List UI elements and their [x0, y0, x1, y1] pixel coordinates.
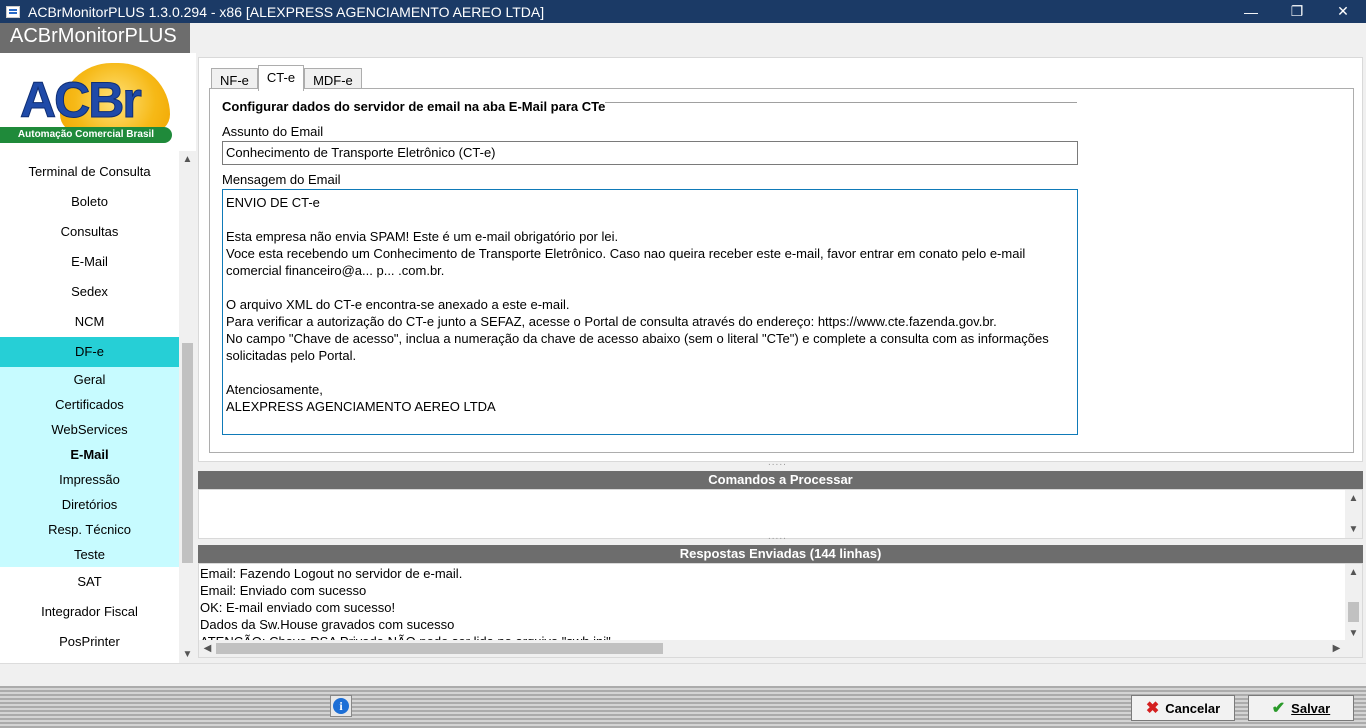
logo-tagline: Automação Comercial Brasil: [0, 127, 172, 143]
header-strip: ACBrMonitorPLUS: [0, 23, 1366, 53]
sidebar: ACBr Automação Comercial Brasil Terminal…: [0, 53, 196, 663]
sidebar-item-sat[interactable]: SAT: [0, 567, 179, 597]
scroll-right-icon[interactable]: ▶: [1328, 640, 1345, 657]
responses-header: Respostas Enviadas (144 linhas): [198, 545, 1363, 563]
message-line: ENVIO DE CT-e: [226, 195, 320, 210]
scroll-down-icon[interactable]: ▼: [1345, 521, 1362, 538]
message-line: No campo "Chave de acesso", inclua a num…: [226, 331, 1049, 346]
info-button[interactable]: i: [330, 695, 352, 717]
minimize-button[interactable]: —: [1228, 0, 1274, 23]
tab-cte[interactable]: CT-e: [257, 65, 305, 91]
sidebar-scroll-thumb[interactable]: [182, 343, 193, 563]
message-line: Para verificar a autorização do CT-e jun…: [226, 314, 997, 329]
message-line: O arquivo XML do CT-e encontra-se anexad…: [226, 297, 570, 312]
cancel-x-icon: ✖: [1145, 700, 1160, 717]
sidebar-subitem-certificados[interactable]: Certificados: [0, 392, 179, 417]
sidebar-item-dfe[interactable]: DF-e: [0, 337, 179, 367]
subject-input[interactable]: Conhecimento de Transporte Eletrônico (C…: [222, 141, 1078, 165]
message-line: ALEXPRESS AGENCIAMENTO AEREO LTDA: [226, 399, 496, 414]
tab-content: Configurar dados do servidor de email na…: [209, 88, 1354, 453]
app-label: ACBrMonitorPLUS: [0, 23, 190, 53]
sidebar-item-boleto[interactable]: Boleto: [0, 187, 179, 217]
sidebar-item-ncm[interactable]: NCM: [0, 307, 179, 337]
message-textarea[interactable]: ENVIO DE CT-e Esta empresa não envia SPA…: [222, 189, 1078, 435]
subject-label: Assunto do Email: [222, 124, 324, 139]
message-line: [226, 211, 1074, 228]
sidebar-subitem-geral[interactable]: Geral: [0, 367, 179, 392]
response-line: Email: Fazendo Logout no servidor de e-m…: [200, 566, 463, 581]
close-button[interactable]: ✕: [1320, 0, 1366, 23]
window-titlebar: ACBrMonitorPLUS 1.3.0.294 - x86 [ALEXPRE…: [0, 0, 1366, 23]
section-title-text: Configurar dados do servidor de email na…: [222, 99, 606, 114]
restore-button[interactable]: ❐: [1274, 0, 1320, 23]
sidebar-item-consultas[interactable]: Consultas: [0, 217, 179, 247]
message-line: comercial financeiro@a... p... .com.br.: [226, 263, 445, 278]
save-check-icon: ✔: [1271, 700, 1286, 717]
scroll-up-icon[interactable]: ▲: [179, 151, 196, 168]
scroll-up-icon[interactable]: ▲: [1345, 564, 1362, 581]
app-window-icon[interactable]: [6, 5, 20, 18]
scroll-up-icon[interactable]: ▲: [1345, 490, 1362, 507]
sidebar-subitem-webservices[interactable]: WebServices: [0, 417, 179, 442]
message-line: Voce esta recebendo um Conhecimento de T…: [226, 246, 1026, 261]
scroll-down-icon[interactable]: ▼: [179, 646, 196, 663]
response-line: OK: E-mail enviado com sucesso!: [200, 600, 396, 615]
message-label: Mensagem do Email: [222, 172, 341, 187]
info-icon: i: [333, 698, 349, 714]
message-line: solicitadas pelo Portal.: [226, 348, 357, 363]
scroll-left-icon[interactable]: ◀: [199, 640, 216, 657]
sidebar-item-email[interactable]: E-Mail: [0, 247, 179, 277]
acbr-logo: ACBr Automação Comercial Brasil: [0, 61, 180, 149]
status-bar: [0, 663, 1366, 686]
sidebar-item-terminal-consulta[interactable]: Terminal de Consulta: [0, 157, 179, 187]
sidebar-dfe-subnav: Geral Certificados WebServices E-Mail Im…: [0, 367, 179, 567]
message-line: Atenciosamente,: [226, 382, 323, 397]
sidebar-item-posprinter[interactable]: PosPrinter: [0, 627, 179, 657]
response-line: Email: Enviado com sucesso: [200, 583, 367, 598]
message-line: [226, 364, 1074, 381]
cancel-button-label: Cancelar: [1165, 700, 1221, 716]
commands-scrollbar[interactable]: ▲ ▼: [1345, 490, 1362, 538]
sidebar-subitem-resp-tecnico[interactable]: Resp. Técnico: [0, 517, 179, 542]
response-line: Dados da Sw.House gravados com sucesso: [200, 617, 455, 632]
message-line: [226, 279, 1074, 296]
save-button-label: Salvar: [1291, 700, 1331, 716]
logo-letters: ACBr: [20, 72, 143, 128]
responses-hscroll-thumb[interactable]: [216, 643, 663, 654]
commands-header: Comandos a Processar: [198, 471, 1363, 489]
sidebar-subitem-email[interactable]: E-Mail: [0, 442, 179, 467]
sidebar-subitem-diretorios[interactable]: Diretórios: [0, 492, 179, 517]
sidebar-nav: Terminal de Consulta Boleto Consultas E-…: [0, 157, 179, 657]
sidebar-subitem-teste[interactable]: Teste: [0, 542, 179, 567]
dfe-tabs: NF-e CT-e MDF-e: [211, 65, 362, 91]
responses-vscroll-thumb[interactable]: [1348, 602, 1359, 622]
cancel-button[interactable]: ✖ Cancelar: [1131, 695, 1235, 721]
sidebar-item-sedex[interactable]: Sedex: [0, 277, 179, 307]
responses-vscrollbar[interactable]: ▲ ▼: [1345, 564, 1362, 642]
save-button[interactable]: ✔ Salvar: [1248, 695, 1354, 721]
sidebar-subitem-impressao[interactable]: Impressão: [0, 467, 179, 492]
main-panel: NF-e CT-e MDF-e Configurar dados do serv…: [198, 57, 1363, 462]
sidebar-item-integrador-fiscal[interactable]: Integrador Fiscal: [0, 597, 179, 627]
section-title: Configurar dados do servidor de email na…: [222, 99, 606, 114]
message-line: Esta empresa não envia SPAM! Este é um e…: [226, 229, 619, 244]
sidebar-scrollbar[interactable]: ▲ ▼: [179, 151, 196, 663]
responses-hscrollbar[interactable]: ◀ ▶: [199, 640, 1362, 657]
responses-list[interactable]: Email: Fazendo Logout no servidor de e-m…: [198, 563, 1363, 658]
window-title: ACBrMonitorPLUS 1.3.0.294 - x86 [ALEXPRE…: [28, 3, 545, 20]
